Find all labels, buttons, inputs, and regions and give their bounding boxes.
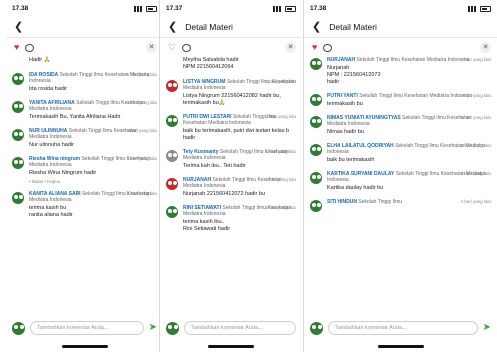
top-comment-text: Hadir 🙏: [29, 57, 51, 63]
avatar-icon: [166, 150, 178, 162]
battery-icon: [285, 5, 296, 12]
status-bar: 17.38: [6, 0, 163, 17]
heart-icon[interactable]: ♡: [168, 43, 176, 52]
status-bar: 17.37: [160, 0, 302, 17]
commenter-name[interactable]: SITI HINDUN: [327, 199, 357, 205]
send-icon[interactable]: ➤: [483, 323, 491, 333]
heart-icon[interactable]: ♥: [312, 43, 317, 52]
status-time: 17.37: [166, 5, 183, 12]
avatar-icon: [12, 73, 24, 85]
list-item: NIMAS YUNIATI AYUNINGTYAS Sekolah Tinggi…: [310, 115, 491, 136]
comment-input[interactable]: Tambahkan komentar Anda...: [184, 321, 296, 335]
status-time: 17.38: [12, 5, 29, 12]
avatar-icon: [12, 157, 24, 169]
actions-bar: ♡ ✕: [160, 38, 302, 57]
battery-icon: [480, 5, 491, 12]
comment-icon[interactable]: [182, 43, 192, 52]
reply-links[interactable]: • Balas • Hapus: [29, 179, 157, 184]
avatar-icon: [166, 206, 178, 218]
list-item: KARTIKA SURYANI DAULAY Sekolah Tinggi Il…: [310, 171, 491, 192]
avatar-icon: [310, 116, 322, 128]
top-comment-text: Meytha Salsabila hadir NPM 221560412064: [183, 57, 239, 70]
back-arrow-icon[interactable]: ❮: [168, 21, 177, 33]
comment-composer: Tambahkan komentar Anda... ➤: [6, 318, 163, 338]
list-item: YANITA AFRILIANA Sekolah Tinggi Ilmu Kes…: [12, 100, 157, 121]
close-icon[interactable]: ✕: [480, 42, 491, 53]
list-item: RINI SETIAWATI Sekolah Tinggi Ilmu Keseh…: [166, 205, 296, 233]
list-item: Tety Kusmanty Sekolah Tinggi Ilmu Keseha…: [166, 149, 296, 170]
actions-bar: ♥ ✕: [304, 38, 497, 57]
avatar-icon: [166, 115, 178, 127]
avatar-icon: [310, 94, 322, 106]
send-icon[interactable]: ➤: [149, 323, 157, 333]
list-item: NUR ULINNUHA Sekolah Tinggi Ilmu Kesehat…: [12, 128, 157, 149]
avatar-icon: [310, 322, 323, 335]
close-icon[interactable]: ✕: [146, 42, 157, 53]
list-item: PUTRI YANTI Sekolah Tinggi Ilmu Kesehata…: [310, 93, 491, 108]
status-bar: 17.38: [304, 0, 497, 17]
back-arrow-icon[interactable]: ❮: [14, 21, 23, 33]
home-indicator: [377, 345, 424, 348]
list-item: NURJANAH Sekolah Tinggi Ilmu Kesehatan M…: [310, 57, 491, 86]
header: ❮ Detail Materi: [304, 17, 497, 38]
status-time: 17.38: [310, 5, 327, 12]
page-title: Detail Materi: [185, 22, 233, 32]
comment-list: Meytha Salsabila hadir NPM 221560412064 …: [160, 57, 302, 233]
heart-icon[interactable]: ♥: [14, 43, 19, 52]
page-title: Detail Materi: [329, 22, 377, 32]
close-icon[interactable]: ✕: [285, 42, 296, 53]
list-item: LISTYA NINGRUM Sekolah Tinggi Ilmu Keseh…: [166, 79, 296, 107]
list-item: PUTRI DWI LESTARI Sekolah Tinggi Ilmu Ke…: [166, 114, 296, 142]
avatar-icon: [166, 178, 178, 190]
list-item: KANITA ALIANA SARI Sekolah Tinggi Ilmu K…: [12, 191, 157, 219]
comment-input[interactable]: Tambahkan komentar Anda...: [30, 321, 144, 335]
list-item: NURJANAH Sekolah Tinggi Ilmu Kesehatan M…: [166, 177, 296, 198]
actions-bar: ♥ ✕: [6, 38, 163, 57]
commenter-name[interactable]: PUTRI YANTI: [327, 93, 358, 99]
avatar-icon: [166, 80, 178, 92]
phone-screen-2: 17.37 ❮ Detail Materi ♡ ✕ Meytha Salsabi…: [160, 0, 302, 352]
comment-composer: Tambahkan komentar Anda... ➤: [304, 318, 497, 338]
comment-icon[interactable]: [25, 43, 35, 52]
back-arrow-icon[interactable]: ❮: [312, 21, 321, 33]
avatar-icon: [12, 192, 24, 204]
comment-list: Hadir 🙏 IDA ROSIDA Sekolah Tinggi Ilmu K…: [6, 57, 163, 219]
phone-screen-3: 17.38 ❮ Detail Materi ♥ ✕ NURJANAH Sekol…: [304, 0, 497, 352]
signal-icon: [468, 5, 477, 12]
phone-screen-1: 17.38 ❮ ♥ ✕ Hadir 🙏 IDA ROSIDA Sekolah T…: [6, 0, 163, 352]
comment-composer: Tambahkan komentar Anda...: [160, 318, 302, 338]
avatar-icon: [310, 144, 322, 156]
comment-list: NURJANAH Sekolah Tinggi Ilmu Kesehatan M…: [304, 57, 497, 212]
signal-icon: [273, 5, 282, 12]
avatar-icon: [12, 322, 25, 335]
comment-input[interactable]: Tambahkan komentar Anda...: [328, 321, 478, 335]
comment-icon[interactable]: [323, 43, 333, 52]
list-item: IDA ROSIDA Sekolah Tinggi Ilmu Kesehatan…: [12, 72, 157, 93]
avatar-icon: [310, 172, 322, 184]
list-item: Riesha Wina ningrum Sekolah Tinggi Ilmu …: [12, 156, 157, 184]
home-indicator: [208, 345, 254, 348]
signal-icon: [134, 5, 143, 12]
battery-icon: [146, 5, 157, 12]
header: ❮: [6, 17, 163, 38]
avatar-icon: [166, 322, 179, 335]
list-item: ELHA LAILATUL QODRIYAH Sekolah Tinggi Il…: [310, 143, 491, 164]
list-item: SITI HINDUN Sekolah Tinggi Ilmu 3 hari ya…: [310, 199, 491, 212]
commenter-name[interactable]: NURJANAH: [327, 57, 355, 63]
avatar-icon: [310, 200, 322, 212]
avatar-icon: [12, 129, 24, 141]
avatar-icon: [310, 58, 322, 70]
home-indicator: [61, 345, 108, 348]
avatar-icon: [12, 101, 24, 113]
header: ❮ Detail Materi: [160, 17, 302, 38]
